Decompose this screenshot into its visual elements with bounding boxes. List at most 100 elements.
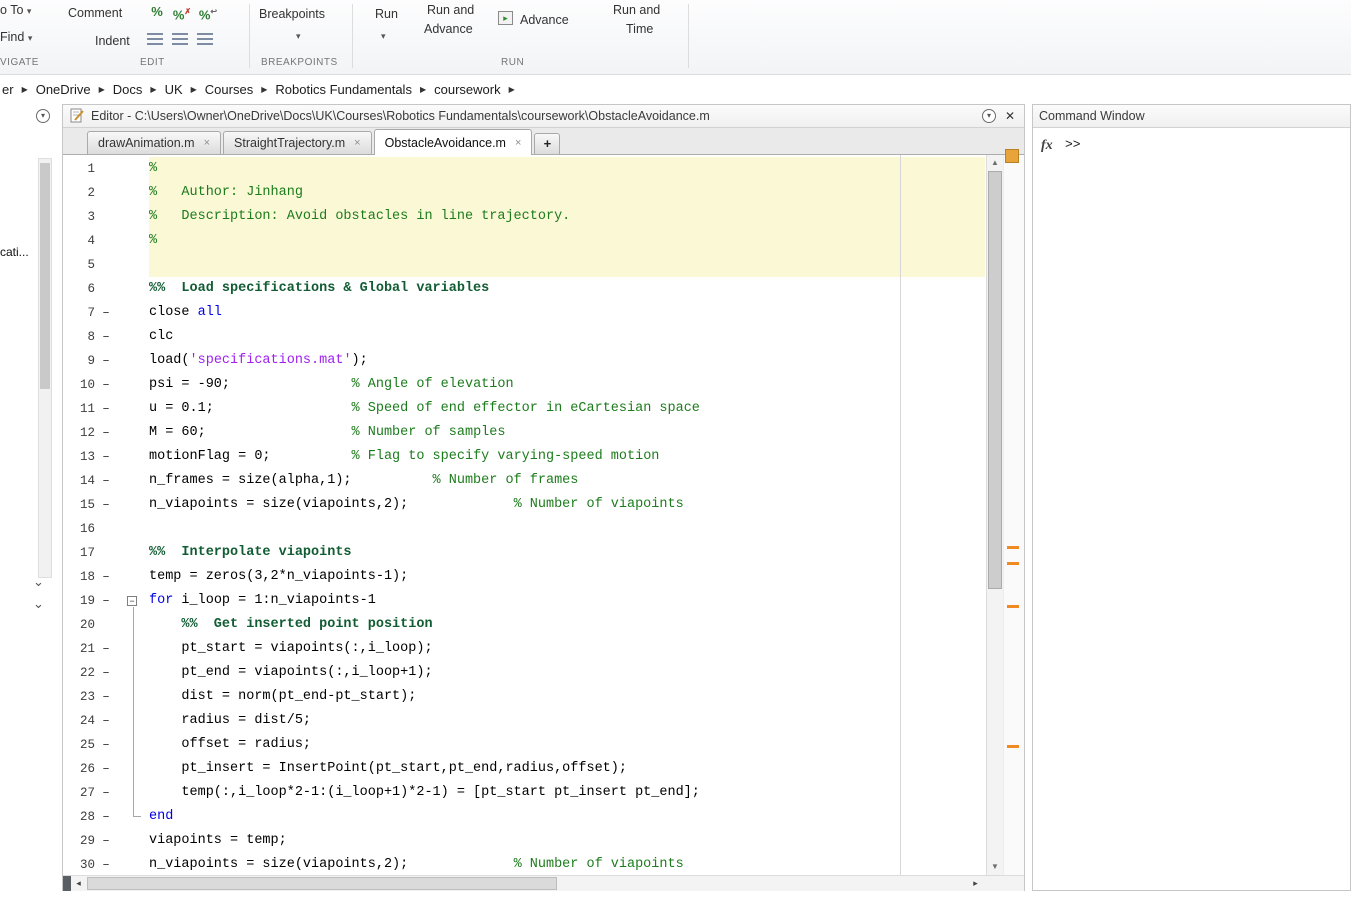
breakpoint-dash[interactable]: – [99, 469, 113, 493]
breakpoint-dash[interactable]: – [99, 853, 113, 875]
tab-close-icon[interactable]: × [354, 137, 360, 149]
breakpoint-dash[interactable]: – [99, 325, 113, 349]
fold-toggle-icon[interactable]: − [127, 596, 137, 606]
breakpoint-dash[interactable]: – [99, 661, 113, 685]
breakpoint-dash[interactable]: – [99, 565, 113, 589]
collapse-chevron-icon[interactable]: ⌄ [33, 596, 44, 612]
left-panel-scrollbar[interactable] [38, 158, 52, 578]
code-text[interactable]: % Author: Jinhang [149, 181, 985, 205]
code-text[interactable]: end [149, 805, 985, 829]
fx-icon[interactable]: fx [1041, 138, 1053, 154]
code-text[interactable]: pt_insert = InsertPoint(pt_start,pt_end,… [149, 757, 985, 781]
run-and-time-button[interactable]: Run and [613, 3, 660, 17]
code-text[interactable]: offset = radius; [149, 733, 985, 757]
code-analyzer-status-icon[interactable] [1005, 149, 1019, 163]
breakpoint-dash[interactable]: – [99, 349, 113, 373]
goto-button[interactable]: o To ▾ [0, 3, 31, 17]
code-text[interactable] [149, 517, 985, 541]
code-text[interactable]: % Description: Avoid obstacles in line t… [149, 205, 985, 229]
breakpoint-dash[interactable]: – [99, 421, 113, 445]
run-and-advance-button[interactable]: Run and [427, 3, 474, 17]
editor-tab[interactable]: drawAnimation.m× [87, 131, 221, 154]
command-prompt[interactable]: >> [1065, 137, 1081, 153]
breadcrumb-item[interactable]: UK [165, 82, 183, 97]
code-text[interactable]: clc [149, 325, 985, 349]
code-text[interactable]: load('specifications.mat'); [149, 349, 985, 373]
editor-vertical-scrollbar[interactable]: ▲ ▼ [986, 155, 1003, 875]
scroll-up-icon[interactable]: ▲ [987, 155, 1003, 171]
scrollbar-thumb[interactable] [988, 171, 1002, 589]
scroll-left-icon[interactable]: ◂ [71, 876, 86, 891]
breakpoint-dash[interactable]: – [99, 781, 113, 805]
breadcrumb-item[interactable]: Robotics Fundamentals [275, 82, 412, 97]
breadcrumb-item[interactable]: Docs [113, 82, 143, 97]
decrease-indent-icon[interactable] [172, 33, 188, 45]
close-icon[interactable]: ✕ [1002, 109, 1018, 123]
find-button[interactable]: Find ▾ [0, 30, 32, 44]
smart-indent-icon[interactable] [147, 33, 163, 45]
panel-menu-icon[interactable]: ▾ [982, 109, 996, 123]
breakpoint-dash[interactable]: – [99, 733, 113, 757]
code-text[interactable]: % [149, 229, 985, 253]
breakpoint-dash[interactable]: – [99, 805, 113, 829]
run-and-advance-button-line2[interactable]: Advance [424, 22, 473, 36]
panel-menu-icon[interactable]: ▾ [36, 109, 50, 123]
run-and-time-button-line2[interactable]: Time [626, 22, 653, 36]
breakpoint-dash[interactable]: – [99, 685, 113, 709]
code-text[interactable]: pt_start = viapoints(:,i_loop); [149, 637, 985, 661]
tab-close-icon[interactable]: × [515, 137, 521, 149]
scroll-down-icon[interactable]: ▼ [987, 859, 1003, 875]
tab-close-icon[interactable]: × [204, 137, 210, 149]
code-text[interactable]: n_frames = size(alpha,1); % Number of fr… [149, 469, 985, 493]
breakpoint-dash[interactable]: – [99, 493, 113, 517]
editor-horizontal-scrollbar[interactable]: ◂ ▸ [63, 875, 1024, 891]
code-text[interactable]: viapoints = temp; [149, 829, 985, 853]
advance-button[interactable]: Advance [520, 13, 569, 27]
breakpoint-dash[interactable]: – [99, 709, 113, 733]
increase-indent-icon[interactable] [197, 33, 213, 45]
scrollbar-thumb[interactable] [87, 877, 557, 890]
code-text[interactable]: %% Load specifications & Global variable… [149, 277, 985, 301]
code-text[interactable]: n_viapoints = size(viapoints,2); % Numbe… [149, 493, 985, 517]
run-button[interactable]: Run [375, 7, 398, 21]
code-editor[interactable]: 1%2% Author: Jinhang3% Description: Avoi… [63, 155, 1024, 875]
breakpoint-dash[interactable]: – [99, 397, 113, 421]
breakpoint-dash[interactable]: – [99, 589, 113, 613]
breakpoint-dash[interactable]: – [99, 301, 113, 325]
comment-icon[interactable]: % [146, 3, 168, 22]
code-text[interactable]: dist = norm(pt_end-pt_start); [149, 685, 985, 709]
code-text[interactable]: %% Interpolate viapoints [149, 541, 985, 565]
breakpoint-dash[interactable]: – [99, 757, 113, 781]
breadcrumb-item[interactable]: OneDrive [36, 82, 91, 97]
chevron-down-icon[interactable]: ▾ [296, 31, 301, 42]
new-tab-button[interactable]: + [534, 133, 560, 154]
warning-marker-icon[interactable] [1007, 745, 1019, 748]
scrollbar-thumb[interactable] [40, 163, 50, 389]
code-text[interactable]: n_viapoints = size(viapoints,2); % Numbe… [149, 853, 985, 875]
code-text[interactable]: pt_end = viapoints(:,i_loop+1); [149, 661, 985, 685]
code-text[interactable]: % [149, 157, 985, 181]
splitter-grip[interactable] [63, 876, 71, 891]
code-text[interactable]: %% Get inserted point position [149, 613, 985, 637]
warning-marker-icon[interactable] [1007, 605, 1019, 608]
wrap-comments-icon[interactable]: %↩ [197, 3, 219, 22]
breadcrumb-item[interactable]: er [2, 82, 14, 97]
uncomment-icon[interactable]: %✗ [171, 3, 193, 22]
breadcrumb-item[interactable]: Courses [205, 82, 253, 97]
code-text[interactable]: u = 0.1; % Speed of end effector in eCar… [149, 397, 985, 421]
code-text[interactable]: psi = -90; % Angle of elevation [149, 373, 985, 397]
code-text[interactable]: M = 60; % Number of samples [149, 421, 985, 445]
warning-marker-icon[interactable] [1007, 562, 1019, 565]
editor-tab[interactable]: StraightTrajectory.m× [223, 131, 372, 154]
code-text[interactable]: temp(:,i_loop*2-1:(i_loop+1)*2-1) = [pt_… [149, 781, 985, 805]
scroll-right-icon[interactable]: ▸ [968, 876, 983, 891]
breadcrumb-item[interactable]: coursework [434, 82, 500, 97]
code-text[interactable]: for i_loop = 1:n_viapoints-1 [149, 589, 985, 613]
editor-tab[interactable]: ObstacleAvoidance.m× [374, 129, 533, 155]
warning-marker-icon[interactable] [1007, 546, 1019, 549]
code-text[interactable] [149, 253, 985, 277]
breakpoint-dash[interactable]: – [99, 637, 113, 661]
code-text[interactable]: temp = zeros(3,2*n_viapoints-1); [149, 565, 985, 589]
breakpoints-button[interactable]: Breakpoints [259, 7, 325, 21]
code-text[interactable]: radius = dist/5; [149, 709, 985, 733]
